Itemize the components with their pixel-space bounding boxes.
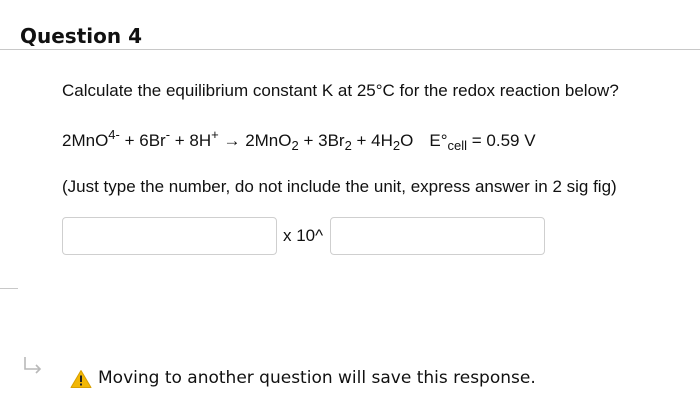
return-arrow-icon xyxy=(24,357,42,374)
eq-h-charge: + xyxy=(211,127,219,142)
question-header: Question 4 xyxy=(0,0,700,50)
eq-ecell-value: = 0.59 V xyxy=(467,131,536,150)
eq-h2o-pre: + 4H xyxy=(351,131,393,150)
eq-mno2-sub: 2 xyxy=(291,138,299,153)
eq-h: + 8H xyxy=(170,131,212,150)
times-ten-label: x 10^ xyxy=(283,226,324,245)
eq-mno4-charge: 4- xyxy=(108,127,120,142)
eq-ecell-sub: cell xyxy=(447,138,468,153)
eq-arrow-mno2: → 2MnO xyxy=(218,131,292,150)
reaction-equation: 2MnO4- + 6Br- + 8H+ → 2MnO2 + 3Br2 + 4H2… xyxy=(62,128,536,153)
eq-br: + 6Br xyxy=(119,131,166,150)
question-title: Question 4 xyxy=(20,24,142,48)
question-instructions: (Just type the number, do not include th… xyxy=(62,177,617,196)
header-divider xyxy=(0,49,700,50)
side-divider xyxy=(0,288,18,289)
eq-br2: + 3Br xyxy=(298,131,345,150)
eq-mno4: 2MnO xyxy=(62,131,109,150)
eq-br2-sub: 2 xyxy=(344,138,352,153)
save-response-note: Moving to another question will save thi… xyxy=(98,368,536,388)
answer-coefficient-input[interactable] xyxy=(62,217,277,255)
eq-ecell: E° xyxy=(429,131,448,150)
eq-h2o-post: O xyxy=(400,131,414,150)
answer-exponent-input[interactable] xyxy=(330,217,545,255)
question-prompt: Calculate the equilibrium constant K at … xyxy=(62,81,619,100)
warning-icon xyxy=(70,370,92,388)
